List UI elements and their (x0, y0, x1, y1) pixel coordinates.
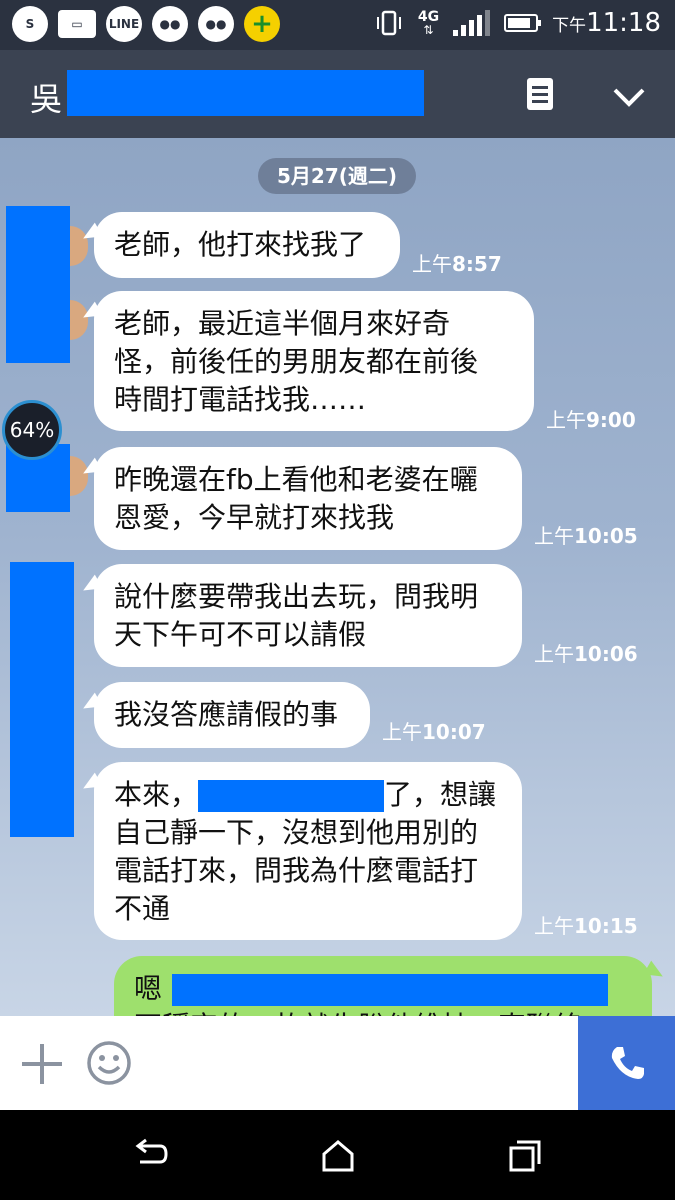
message-bubble[interactable]: 本來， 了，想讓 自己靜一下，沒想到他用別的 電話打來，問我為什麼電話打 不通 (94, 762, 522, 940)
message-bubble[interactable]: 老師，最近這半個月來好奇 怪，前後任的男朋友都在前後 時間打電話找我…… (94, 291, 534, 431)
message-text: 電話打來，問我為什麼電話打 (114, 854, 479, 887)
status-bar: S ▭ LINE ●● ●● + 4G ⇅ 下午11:18 (0, 0, 675, 50)
add-attachment-button[interactable] (22, 1044, 62, 1084)
message-text: 本來， (114, 778, 199, 811)
message-input-bar (0, 1016, 675, 1110)
message-time: 上午8:57 (412, 248, 502, 277)
redaction-block (67, 70, 424, 116)
message-text: 自己靜一下，沒想到他用別的 (114, 816, 479, 849)
message-time: 上午10:07 (382, 716, 486, 745)
message-text: 老師，他打來找我了 (114, 228, 367, 261)
recent-apps-icon[interactable] (505, 1138, 545, 1174)
emoji-icon[interactable] (86, 1040, 132, 1086)
message-text: 不通 (114, 892, 171, 925)
time-value: 10:06 (574, 642, 638, 666)
chat-area[interactable]: 5月27(週二) 64% 老師，他打來找我了 上午8:57 老師，最近這半個月來… (0, 138, 675, 1016)
redaction-block (172, 974, 609, 1006)
home-icon[interactable] (318, 1138, 358, 1174)
message-text: 我沒答應請假的事 (114, 698, 339, 731)
vibrate-icon (376, 10, 401, 36)
system-nav-bar (0, 1110, 675, 1200)
message-text: 說什麼要帶我出去玩，問我明 (114, 580, 479, 613)
time-prefix: 下午 (552, 16, 587, 36)
redaction-block (10, 562, 74, 837)
call-button[interactable] (578, 1016, 675, 1110)
clock: 11:18 (586, 8, 661, 38)
message-text: 天下午可不可以請假 (114, 618, 367, 651)
message-text: 怪，前後任的男朋友都在前後 (114, 345, 479, 378)
time-ampm: 上午 (382, 720, 422, 744)
time-ampm: 上午 (546, 408, 586, 432)
gallery-icon: ▭ (58, 10, 96, 38)
status-right: 4G ⇅ 下午11:18 (374, 8, 661, 38)
back-icon[interactable] (130, 1138, 170, 1174)
time-value: 8:57 (452, 252, 502, 276)
time-value: 10:07 (422, 720, 486, 744)
date-separator: 5月27(週二) (258, 158, 416, 194)
network-label: 4G (417, 9, 440, 25)
message-time: 上午9:00 (546, 404, 636, 433)
time-value: 9:00 (586, 408, 636, 432)
battery-icon (504, 14, 542, 32)
chevron-down-icon[interactable] (611, 78, 647, 114)
line-icon: LINE (106, 6, 142, 42)
chat-header: 吳 (0, 50, 675, 138)
memory-overlay-badge[interactable]: 64% (2, 400, 62, 460)
message-text: 不穩定的，故就先脫他維持一直聯絡 (134, 1008, 632, 1016)
message-time: 上午10:06 (534, 638, 638, 667)
skype-icon: S (12, 6, 48, 42)
wechat-icon: ●● (152, 6, 188, 42)
message-text: 時間打電話找我…… (114, 383, 367, 416)
message-time: 上午10:15 (534, 910, 638, 939)
plus-app-icon: + (244, 6, 280, 42)
message-text: 嗯 (134, 972, 163, 1005)
time-ampm: 上午 (412, 252, 452, 276)
message-time: 上午10:05 (534, 520, 638, 549)
outgoing-message-bubble[interactable]: 嗯 不穩定的，故就先脫他維持一直聯絡 (114, 956, 652, 1016)
time-ampm: 上午 (534, 914, 574, 938)
message-text: 恩愛，今早就打來找我 (114, 501, 395, 534)
wechat-icon: ●● (198, 6, 234, 42)
redaction-block (198, 780, 385, 812)
message-text: 昨晚還在fb上看他和老婆在曬 (114, 463, 478, 496)
time-value: 10:15 (574, 914, 638, 938)
message-bubble[interactable]: 老師，他打來找我了 (94, 212, 400, 278)
time-value: 10:05 (574, 524, 638, 548)
contact-name[interactable]: 吳 (30, 74, 62, 120)
time-ampm: 上午 (534, 642, 574, 666)
message-bubble[interactable]: 我沒答應請假的事 (94, 682, 370, 748)
message-bubble[interactable]: 說什麼要帶我出去玩，問我明 天下午可不可以請假 (94, 564, 522, 667)
message-bubble[interactable]: 昨晚還在fb上看他和老婆在曬 恩愛，今早就打來找我 (94, 447, 522, 550)
time-ampm: 上午 (534, 524, 574, 548)
phone-icon (611, 1047, 644, 1079)
signal-icon (453, 10, 491, 36)
redaction-block (6, 206, 70, 363)
notes-icon[interactable] (527, 78, 553, 110)
message-text: 了，想讓 (384, 778, 497, 811)
notification-icons: S ▭ LINE ●● ●● + (12, 6, 280, 42)
message-text: 老師，最近這半個月來好奇 (114, 307, 451, 340)
data-arrows-icon: ⇅ (423, 23, 434, 37)
